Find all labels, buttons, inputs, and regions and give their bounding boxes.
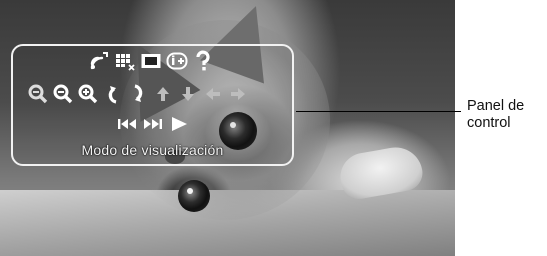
arrow-right-icon[interactable] bbox=[227, 83, 249, 105]
callout-label: Panel de control bbox=[467, 98, 524, 132]
rotate-right-icon[interactable] bbox=[127, 83, 149, 105]
rotate-left-icon[interactable] bbox=[102, 83, 124, 105]
help-icon[interactable] bbox=[192, 50, 214, 72]
panel-row-top bbox=[88, 50, 214, 72]
arrow-up-icon[interactable] bbox=[152, 83, 174, 105]
panel-row-playback bbox=[116, 113, 190, 135]
screen-mode-icon[interactable] bbox=[140, 50, 162, 72]
mode-caption: Modo de visualización bbox=[81, 142, 224, 158]
arrow-left-icon[interactable] bbox=[202, 83, 224, 105]
arrow-down-icon[interactable] bbox=[177, 83, 199, 105]
settings-grid-icon[interactable] bbox=[114, 50, 136, 72]
zoom-out-small-icon[interactable] bbox=[27, 83, 49, 105]
wireless-signal-icon[interactable] bbox=[88, 50, 110, 72]
play-icon[interactable] bbox=[168, 113, 190, 135]
callout-line-2: control bbox=[467, 115, 511, 131]
skip-previous-icon[interactable] bbox=[116, 113, 138, 135]
kitten-eye bbox=[178, 180, 210, 212]
zoom-out-icon[interactable] bbox=[52, 83, 74, 105]
callout-leader-line bbox=[296, 111, 461, 112]
info-icon[interactable] bbox=[166, 50, 188, 72]
panel-row-middle bbox=[27, 83, 249, 105]
skip-next-icon[interactable] bbox=[142, 113, 164, 135]
control-panel: Modo de visualización bbox=[11, 44, 294, 166]
zoom-in-icon[interactable] bbox=[77, 83, 99, 105]
callout-line-1: Panel de bbox=[467, 98, 525, 114]
